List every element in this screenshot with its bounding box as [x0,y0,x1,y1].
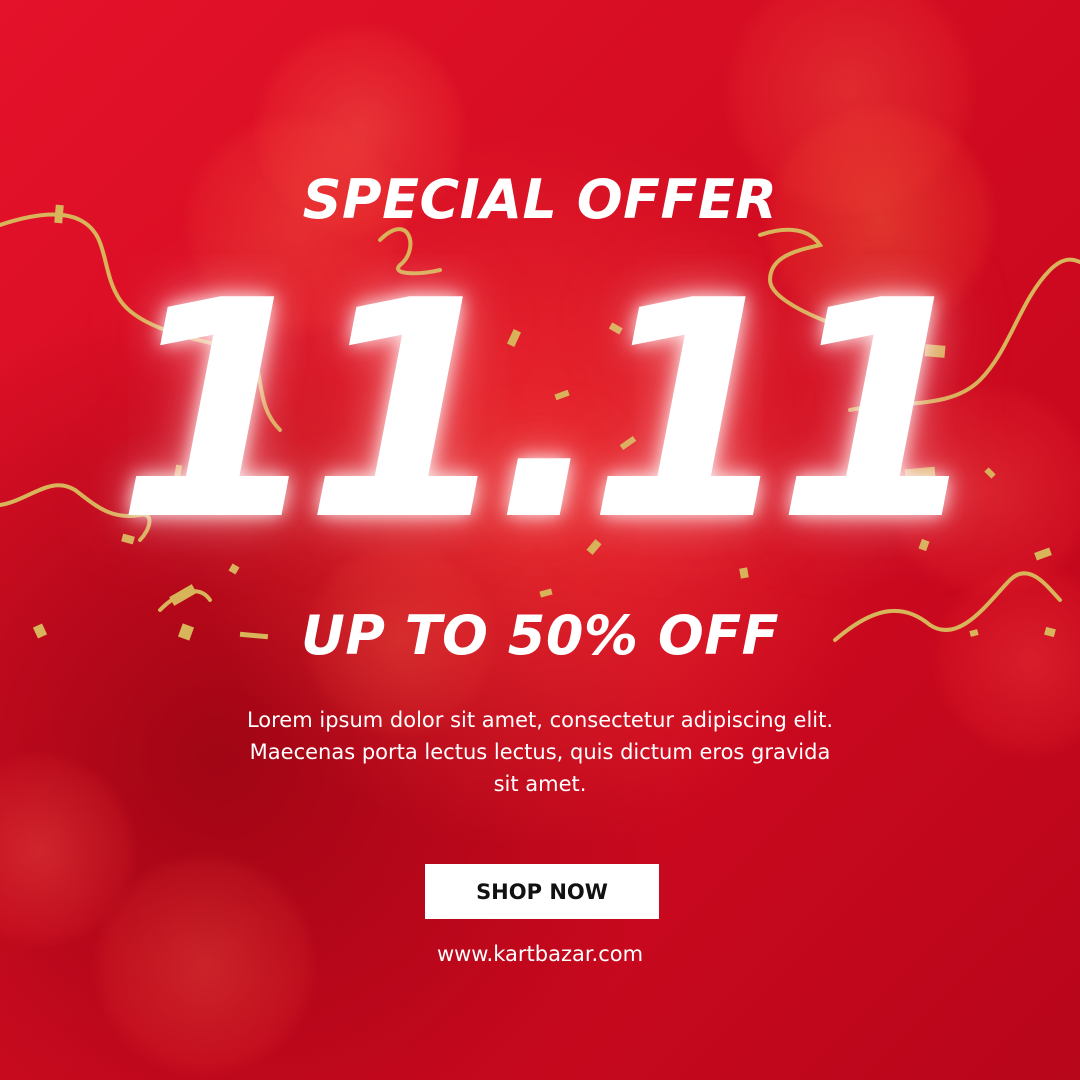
website-link[interactable]: www.kartbazar.com [0,942,1080,966]
special-offer-heading: SPECIAL OFFER [302,168,778,231]
sale-date-heading: 11.11 [115,237,985,586]
gold-confetti [539,588,553,598]
gold-confetti [169,584,197,606]
promo-description: Lorem ipsum dolor sit amet, consectetur … [246,708,834,796]
promo-poster: SPECIAL OFFER 11.11 UP TO 50% OFF Lorem … [0,0,1080,1080]
discount-heading: UP TO 50% OFF [301,604,779,667]
shop-now-button[interactable]: SHOP NOW [425,864,659,919]
bokeh-light [0,750,140,950]
